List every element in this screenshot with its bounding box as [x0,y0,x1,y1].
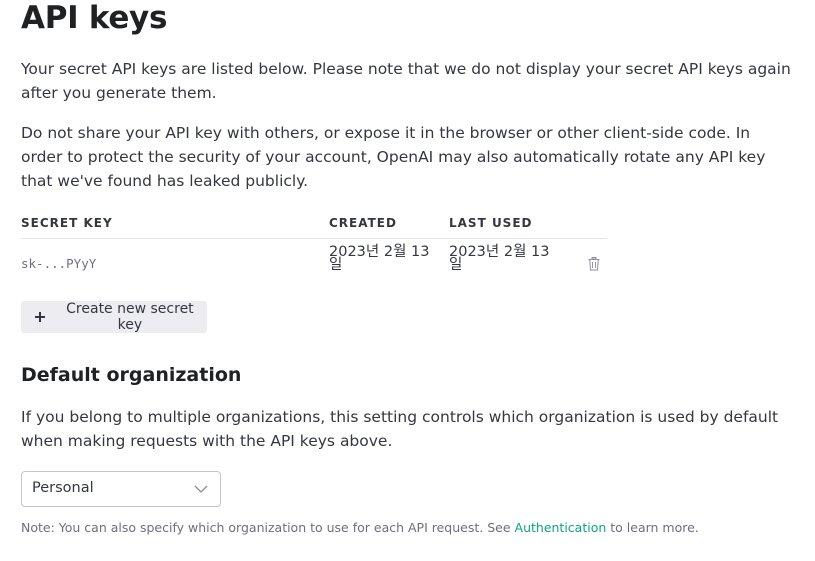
created-date: 2023년 2월 13일 [329,244,430,273]
api-keys-table: SECRET KEY CREATED LAST USED sk-...PYyY … [21,212,607,283]
default-organization-heading: Default organization [21,364,242,386]
organization-select[interactable]: Personal [21,471,221,507]
security-paragraph: Do not share your API key with others, o… [21,124,766,190]
chevron-down-icon [194,485,208,493]
header-secret-key: SECRET KEY [21,216,113,230]
organization-note: Note: You can also specify which organiz… [21,520,699,535]
note-suffix: to learn more. [606,520,699,535]
create-button-label: Create new secret key [66,301,194,333]
trash-icon[interactable] [588,256,600,271]
last-used-date: 2023년 2월 13일 [449,244,550,273]
authentication-link[interactable]: Authentication [515,520,607,535]
organization-select-value: Personal [32,480,94,496]
table-header: SECRET KEY CREATED LAST USED [21,212,607,239]
intro-paragraph: Your secret API keys are listed below. P… [21,60,791,102]
table-row: sk-...PYyY 2023년 2월 13일 2023년 2월 13일 [21,239,607,283]
trash-icon-graphic [588,257,600,271]
create-secret-key-button[interactable]: Create new secret key [21,301,207,333]
plus-icon [34,311,46,323]
page-title: API keys [21,0,168,36]
header-last-used: LAST USED [449,216,533,230]
header-created: CREATED [329,216,397,230]
secret-key-value: sk-...PYyY [21,256,97,271]
note-prefix: Note: You can also specify which organiz… [21,520,515,535]
default-organization-description: If you belong to multiple organizations,… [21,408,779,450]
api-keys-page: API keys Your secret API keys are listed… [0,0,815,561]
